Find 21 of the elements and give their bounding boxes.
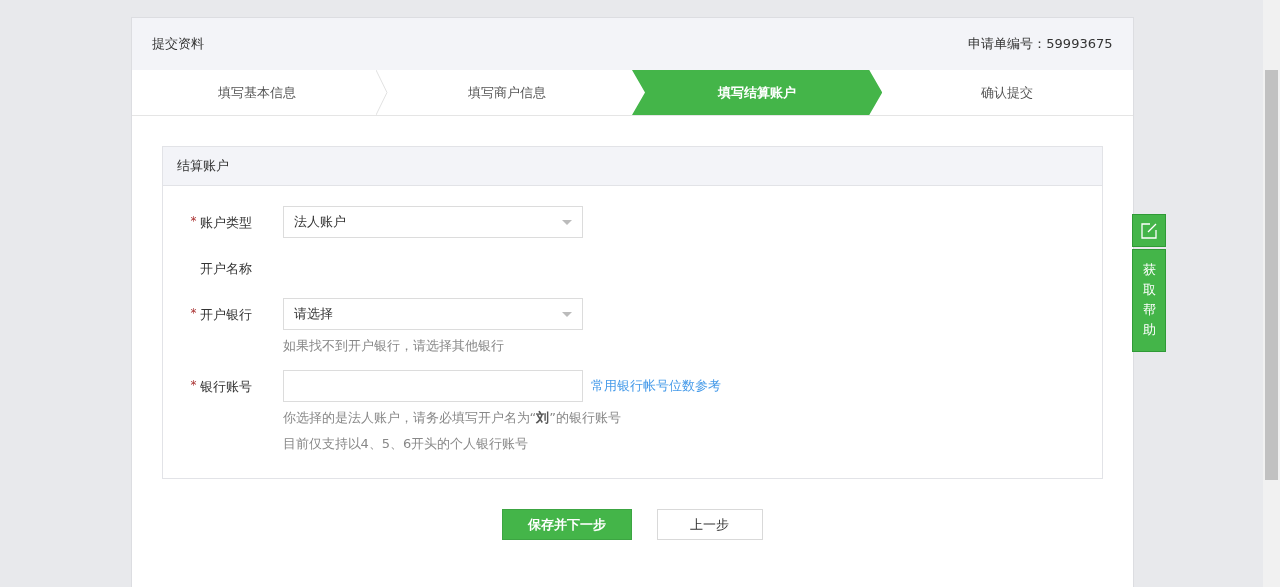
field-label: 账户类型 (199, 214, 252, 232)
input-field[interactable] (282, 370, 583, 402)
scrollbar[interactable] (1263, 0, 1280, 587)
page-title: 提交资料 (151, 35, 204, 53)
select-field[interactable]: 法人账户 (282, 206, 583, 238)
application-number: 申请单编号：59993675 (968, 35, 1113, 53)
field-label: 开户银行 (199, 306, 252, 324)
field-label: 银行账号 (199, 378, 252, 396)
back-button[interactable]: 上一步 (656, 509, 763, 540)
caret-icon (561, 219, 572, 225)
required-mark: * (190, 306, 198, 320)
field-label: 开户名称 (199, 260, 252, 278)
required-mark: * (190, 214, 198, 228)
hint-text: 如果找不到开户银行，请选择其他银行 (282, 337, 505, 355)
caret-icon (561, 311, 572, 317)
hint-text: 目前仅支持以4、5、6开头的个人银行账号 (282, 435, 530, 453)
hint-text: 你选择的是法人账户，请务必填写开户名为“刘”的银行账号 (282, 409, 622, 427)
section-title: 结算账户 (162, 147, 1102, 186)
required-mark: * (190, 378, 198, 392)
edit-icon[interactable] (1132, 214, 1166, 247)
select-field[interactable]: 请选择 (282, 298, 583, 330)
